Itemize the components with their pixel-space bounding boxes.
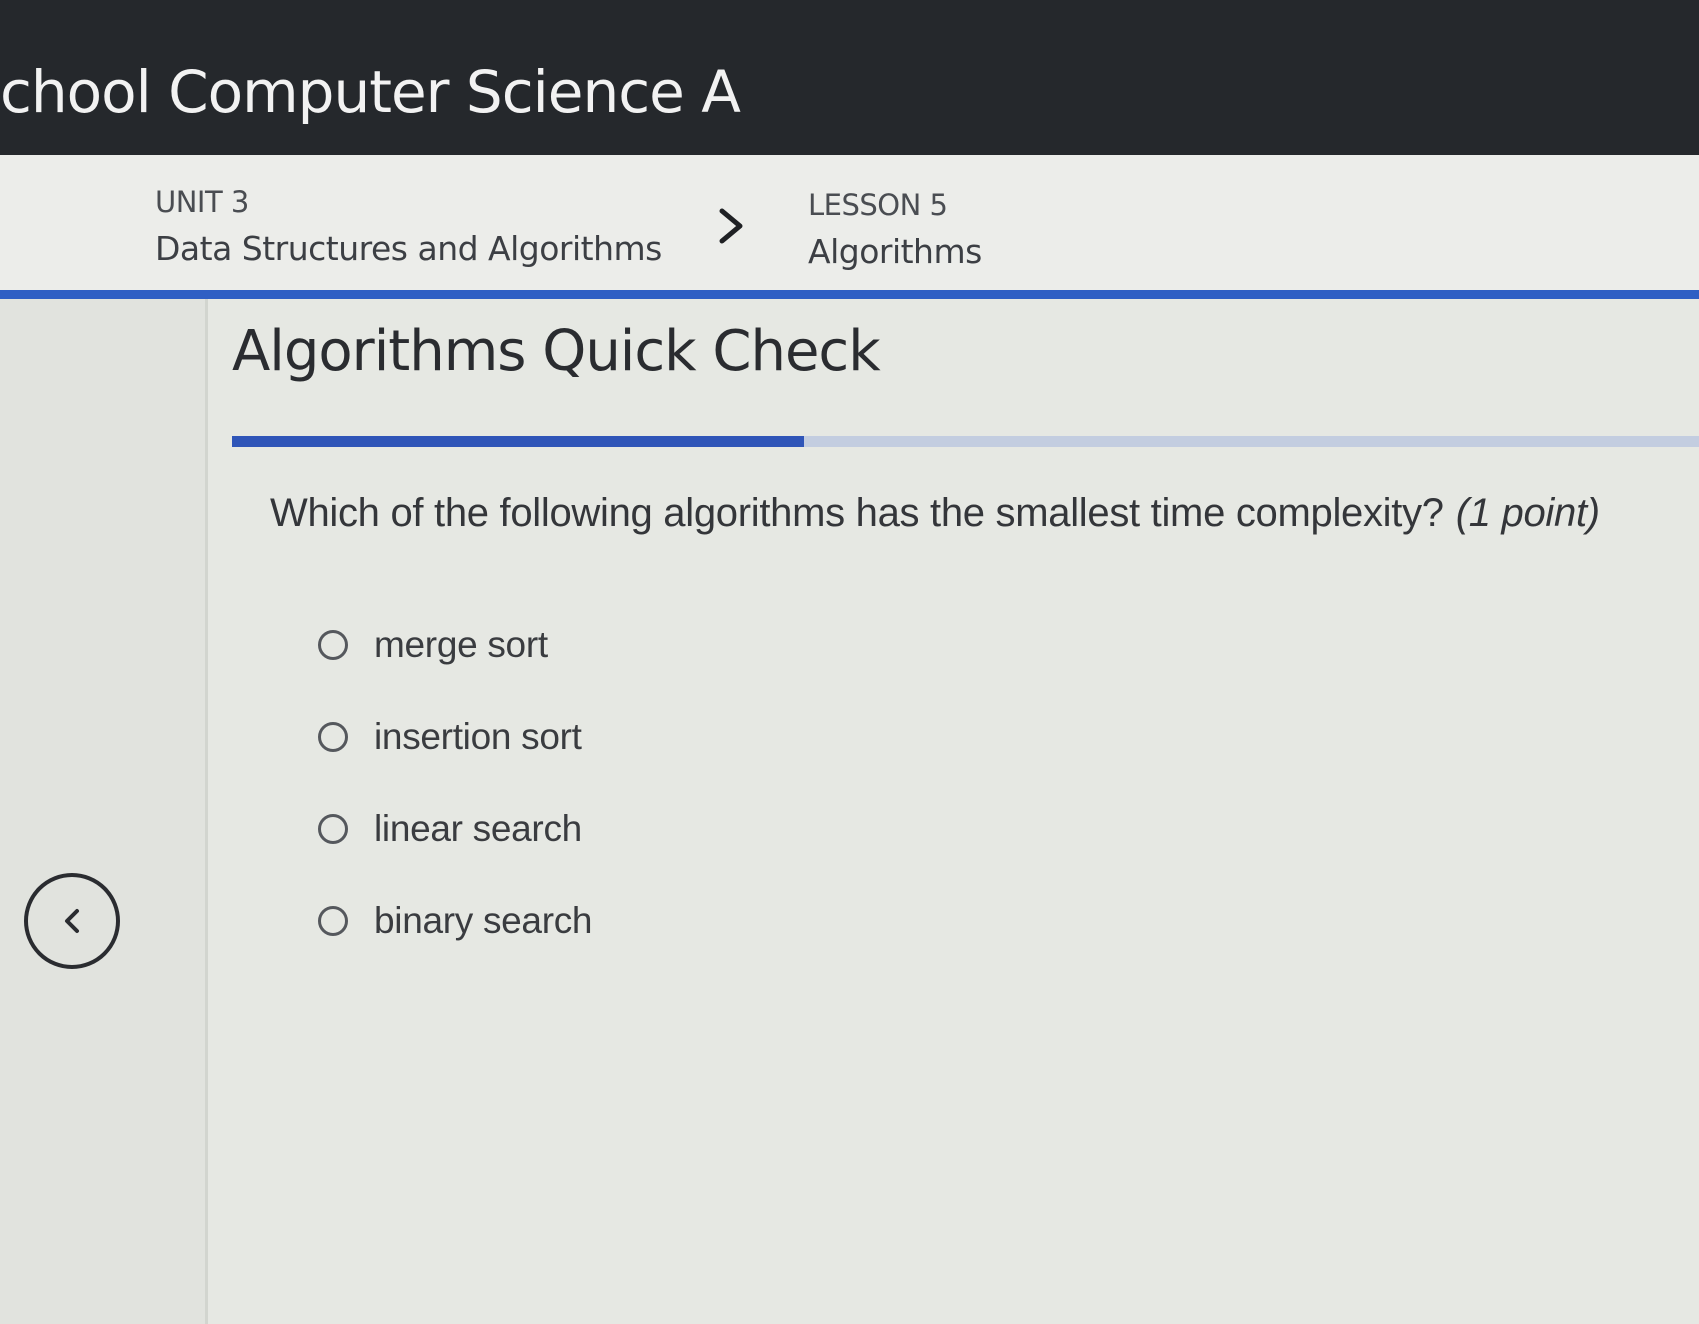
radio-button[interactable] [318, 906, 348, 936]
option-label: binary search [374, 900, 593, 941]
quiz-content: Algorithms Quick Check Which of the foll… [208, 299, 1699, 1324]
option-label: linear search [374, 808, 582, 849]
option-label: merge sort [374, 624, 548, 665]
radio-button[interactable] [318, 722, 348, 752]
chevron-right-icon [719, 208, 743, 244]
lesson-name: Algorithms [808, 232, 982, 271]
answer-option-binary-search[interactable]: binary search [318, 875, 593, 967]
radio-button[interactable] [318, 630, 348, 660]
top-bar: chool Computer Science A [0, 0, 1699, 155]
breadcrumb-unit[interactable]: UNIT 3 Data Structures and Algorithms [155, 185, 662, 268]
breadcrumb: UNIT 3 Data Structures and Algorithms LE… [0, 155, 1699, 299]
course-title: chool Computer Science A [0, 58, 741, 126]
left-rail [0, 299, 208, 1324]
option-label: insertion sort [374, 716, 582, 757]
progress-fill [232, 436, 805, 447]
breadcrumb-lesson[interactable]: LESSON 5 Algorithms [808, 188, 982, 271]
page-title: Algorithms Quick Check [232, 319, 881, 384]
answer-options: merge sort insertion sort linear search … [318, 599, 593, 967]
progress-bar [232, 436, 1699, 447]
answer-option-merge-sort[interactable]: merge sort [318, 599, 592, 691]
answer-option-insertion-sort[interactable]: insertion sort [318, 691, 592, 783]
unit-name: Data Structures and Algorithms [155, 229, 662, 268]
radio-button[interactable] [318, 814, 348, 844]
lesson-label: LESSON 5 [808, 188, 948, 222]
unit-label: UNIT 3 [155, 185, 249, 219]
answer-option-linear-search[interactable]: linear search [318, 783, 592, 875]
question-text: Which of the following algorithms has th… [270, 491, 1600, 536]
back-button[interactable] [24, 873, 120, 969]
question-points: (1 point) [1455, 491, 1600, 535]
chevron-left-icon [65, 909, 79, 933]
question-prompt: Which of the following algorithms has th… [270, 491, 1444, 535]
